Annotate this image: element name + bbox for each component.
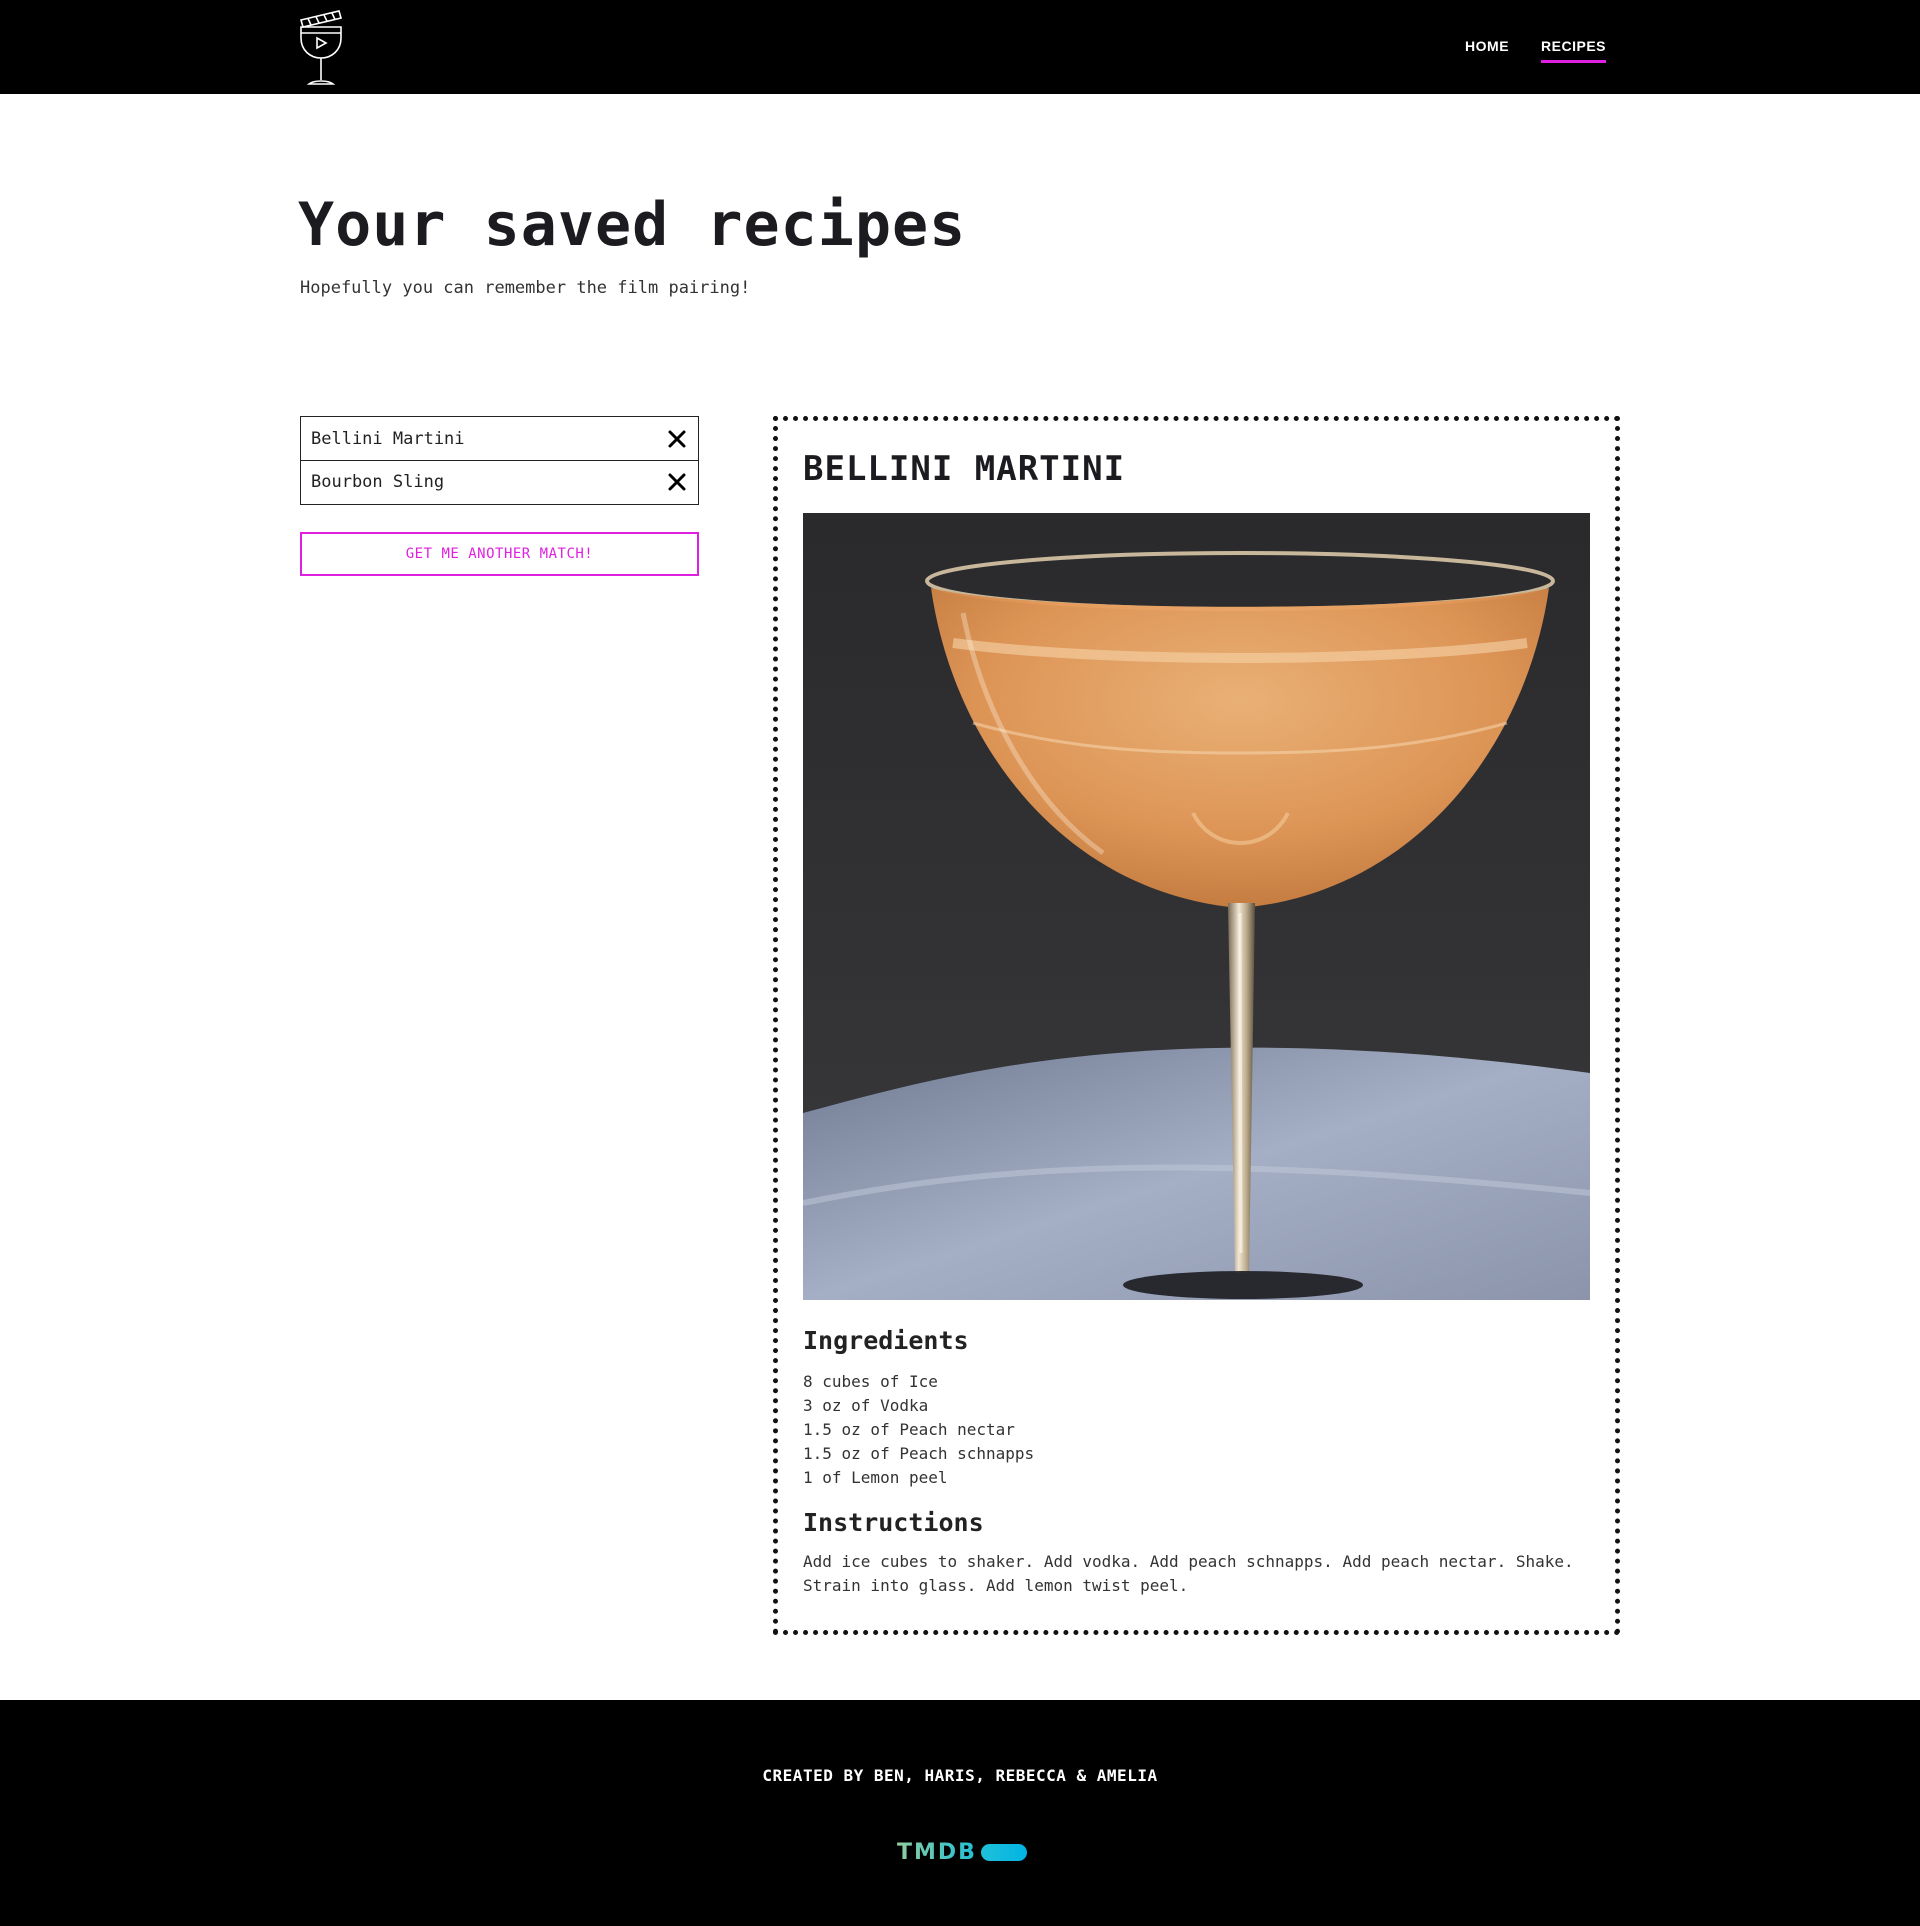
cocktail-photo — [803, 513, 1590, 1300]
recipe-title: BELLINI MARTINI — [803, 449, 1126, 489]
cocktail-glass-clapperboard-icon[interactable] — [298, 8, 344, 86]
nav-home-link[interactable]: HOME — [1465, 38, 1509, 63]
site-footer: CREATED BY BEN, HARIS, REBECCA & AMELIA … — [0, 1700, 1920, 1926]
saved-recipe-name: Bellini Martini — [311, 428, 465, 449]
close-icon[interactable] — [666, 471, 688, 493]
page-subtitle: Hopefully you can remember the film pair… — [300, 278, 751, 298]
ingredient-item: 3 oz of Vodka — [803, 1396, 929, 1415]
page-title: Your saved recipes — [298, 190, 967, 260]
ingredient-item: 1.5 oz of Peach schnapps — [803, 1444, 1035, 1463]
tmdb-label: TMDB — [897, 1840, 977, 1865]
credits-text: CREATED BY BEN, HARIS, REBECCA & AMELIA — [762, 1766, 1158, 1785]
main-nav: HOME RECIPES — [1465, 38, 1606, 63]
get-another-match-button[interactable]: GET ME ANOTHER MATCH! — [300, 532, 699, 576]
saved-recipes-list: Bellini Martini Bourbon Sling — [300, 416, 699, 505]
site-header: HOME RECIPES — [0, 0, 1920, 94]
ingredient-item: 1.5 oz of Peach nectar — [803, 1420, 1015, 1439]
tmdb-logo[interactable]: TMDB — [897, 1840, 1027, 1865]
ingredients-heading: Ingredients — [803, 1326, 969, 1355]
tmdb-pill-icon — [980, 1844, 1027, 1861]
instructions-heading: Instructions — [803, 1508, 984, 1537]
ingredient-item: 1 of Lemon peel — [803, 1468, 948, 1487]
nav-recipes-link[interactable]: RECIPES — [1541, 38, 1606, 63]
ingredient-item: 8 cubes of Ice — [803, 1372, 938, 1391]
saved-recipe-item[interactable]: Bellini Martini — [300, 416, 699, 461]
instructions-text: Add ice cubes to shaker. Add vodka. Add … — [803, 1552, 1574, 1595]
saved-recipe-item[interactable]: Bourbon Sling — [300, 459, 699, 505]
close-icon[interactable] — [666, 428, 688, 450]
recipe-card: BELLINI MARTINI Ingredients 8 cubes of I… — [773, 416, 1620, 1635]
ingredients-list: 8 cubes of Ice 3 oz of Vodka 1.5 oz of P… — [803, 1370, 1034, 1490]
saved-recipe-name: Bourbon Sling — [311, 472, 445, 492]
